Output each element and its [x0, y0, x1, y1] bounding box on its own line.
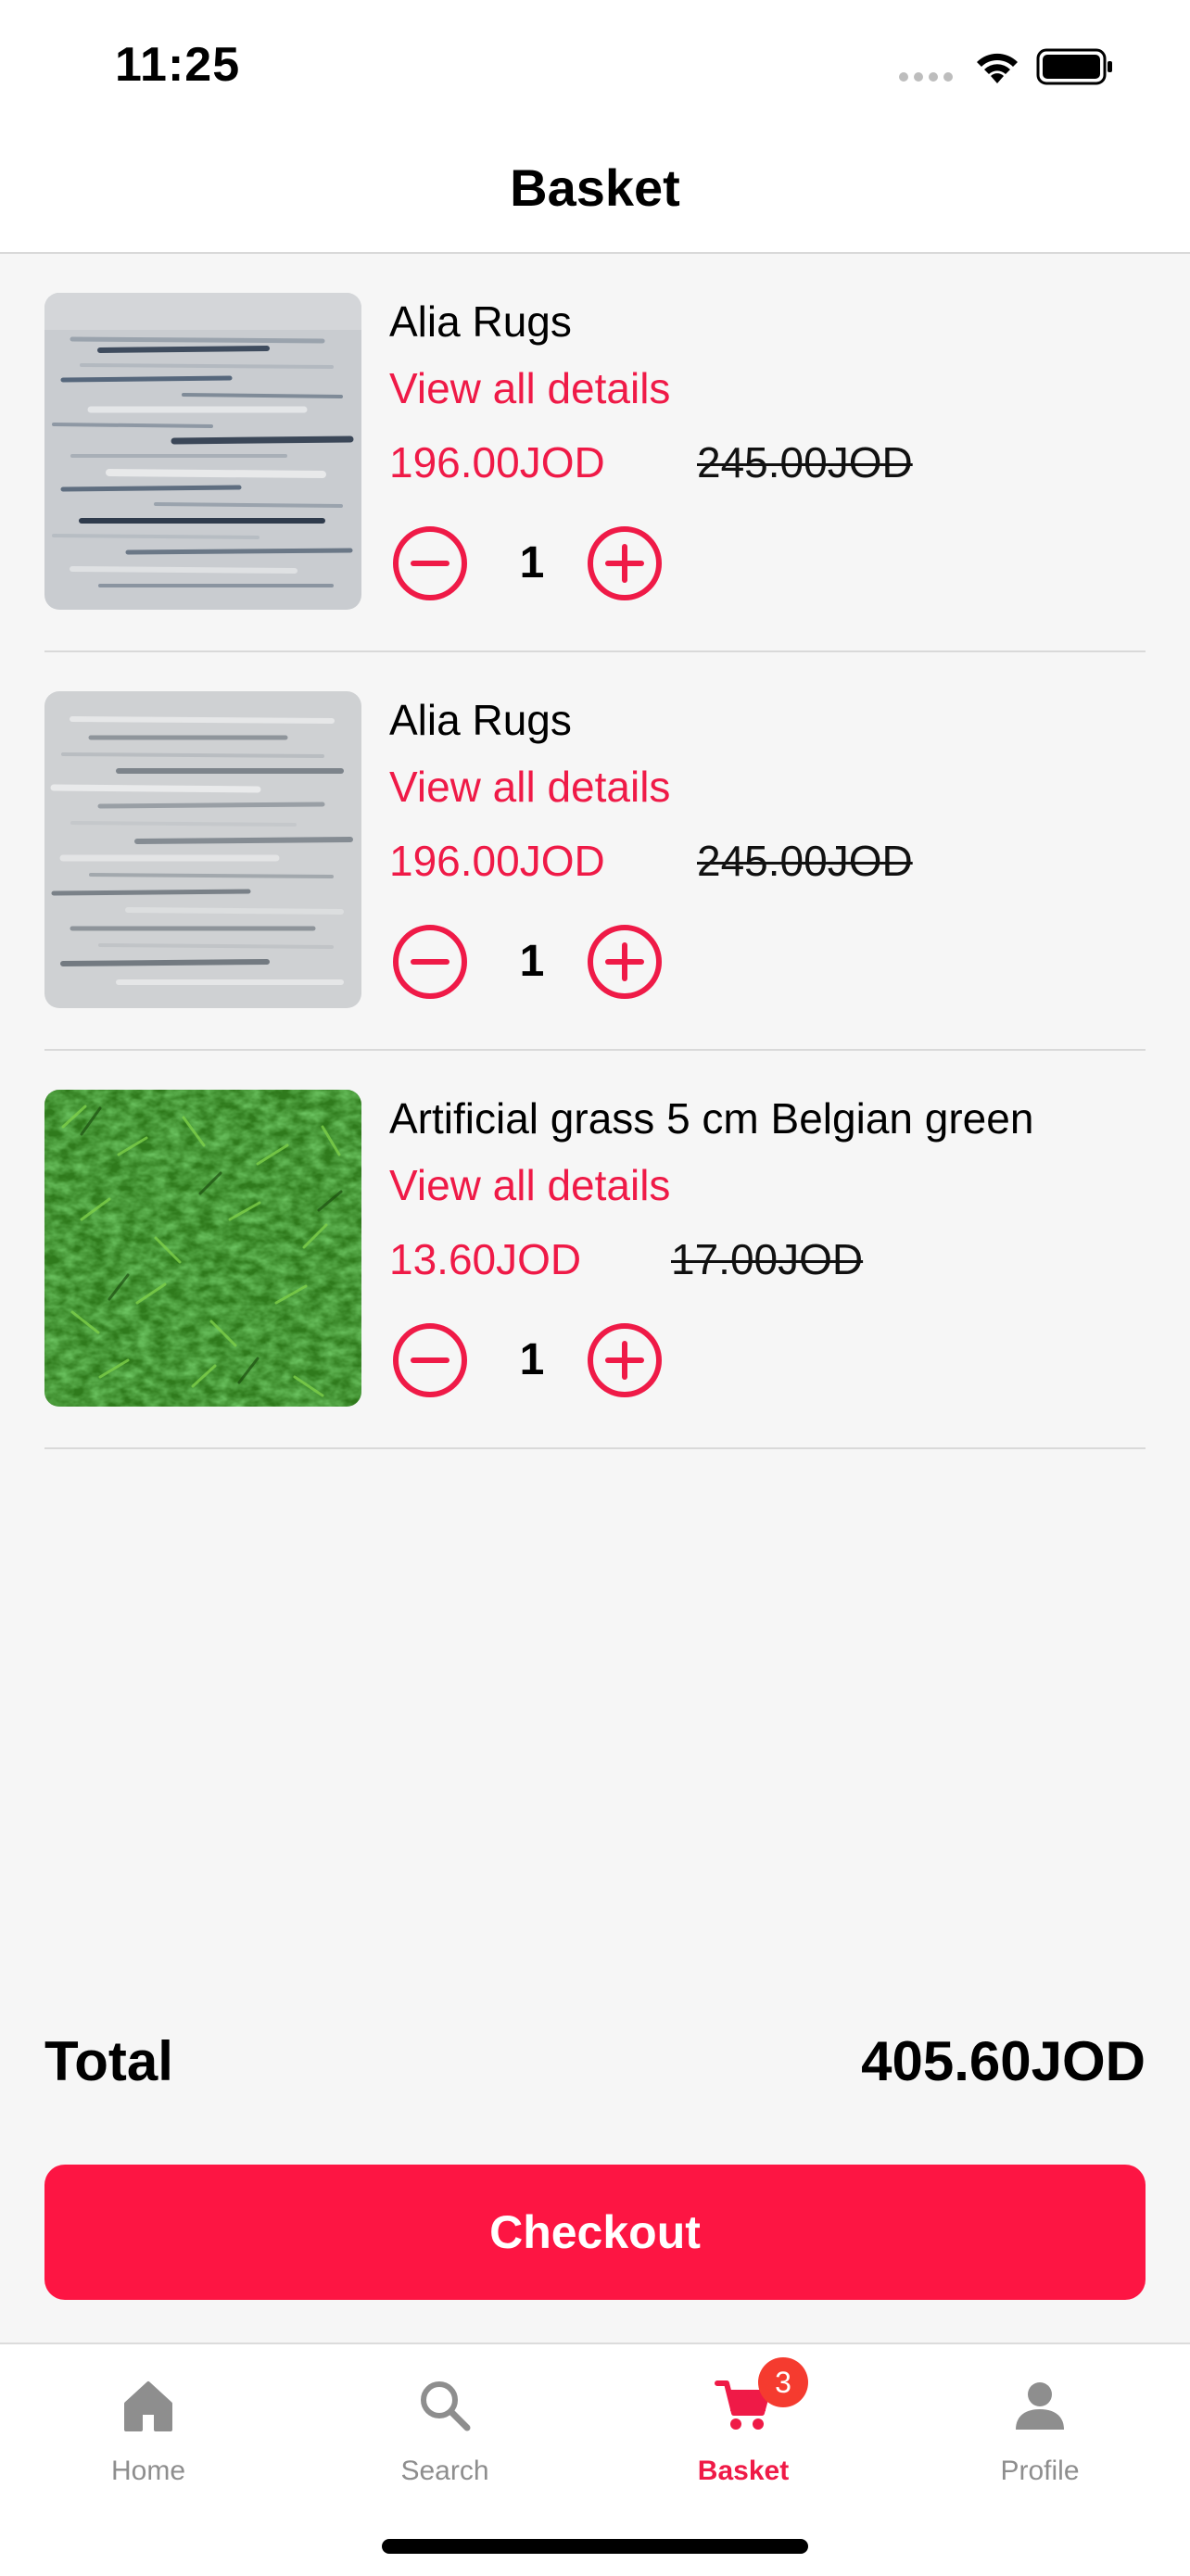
- basket-item: Artificial grass 5 cm Belgian green View…: [44, 1051, 1146, 1449]
- item-price: 196.00JOD: [389, 438, 605, 486]
- cart-count-badge: 3: [758, 2357, 808, 2407]
- quantity-value: 1: [519, 538, 545, 587]
- minus-circle-icon: [393, 925, 467, 999]
- minus-circle-icon: [393, 1323, 467, 1397]
- basket-item: Alia Rugs View all details 196.00JOD 245…: [44, 254, 1146, 652]
- decrease-quantity-button[interactable]: [391, 524, 469, 602]
- item-old-price: 17.00JOD: [671, 1235, 864, 1283]
- decrease-quantity-button[interactable]: [391, 1321, 469, 1399]
- search-icon: [421, 2381, 471, 2431]
- view-details-link[interactable]: View all details: [389, 363, 670, 413]
- plus-circle-icon: [588, 925, 662, 999]
- home-icon: [124, 2381, 172, 2431]
- item-name: Alia Rugs: [389, 297, 572, 346]
- item-name: Artificial grass 5 cm Belgian green: [389, 1094, 1034, 1143]
- status-time: 11:25: [115, 38, 241, 92]
- item-price: 13.60JOD: [389, 1235, 582, 1283]
- tab-profile[interactable]: Profile: [947, 2363, 1133, 2502]
- page-title: Basket: [510, 158, 680, 217]
- tab-basket[interactable]: 3 Basket: [651, 2357, 836, 2502]
- tab-home[interactable]: Home: [56, 2363, 241, 2502]
- battery-icon: [1036, 48, 1112, 85]
- grey-rug-image[interactable]: [44, 691, 361, 1008]
- tab-label: Search: [400, 2456, 489, 2486]
- artificial-grass-image[interactable]: [44, 1090, 361, 1407]
- quantity-value: 1: [519, 1335, 545, 1384]
- view-details-link[interactable]: View all details: [389, 762, 670, 812]
- status-bar: 11:25: [0, 0, 1190, 135]
- view-details-link[interactable]: View all details: [389, 1160, 670, 1210]
- plus-circle-icon: [588, 526, 662, 600]
- total-label: Total: [44, 2030, 173, 2092]
- increase-quantity-button[interactable]: [586, 524, 664, 602]
- increase-quantity-button[interactable]: [586, 1321, 664, 1399]
- plus-circle-icon: [588, 1323, 662, 1397]
- tab-label: Basket: [697, 2456, 790, 2486]
- cellular-signal-icon: [899, 72, 953, 82]
- minus-circle-icon: [393, 526, 467, 600]
- decrease-quantity-button[interactable]: [391, 923, 469, 1001]
- item-price: 196.00JOD: [389, 837, 605, 885]
- item-name: Alia Rugs: [389, 696, 572, 744]
- home-indicator[interactable]: [382, 2539, 808, 2554]
- app-header: Basket: [0, 135, 1190, 254]
- quantity-value: 1: [519, 937, 545, 986]
- increase-quantity-button[interactable]: [586, 923, 664, 1001]
- item-old-price: 245.00JOD: [697, 438, 913, 486]
- total-value: 405.60JOD: [861, 2030, 1146, 2092]
- wifi-icon: [977, 53, 1018, 83]
- tab-label: Profile: [1000, 2456, 1080, 2486]
- profile-icon: [1016, 2382, 1064, 2430]
- basket-list: Alia Rugs View all details 196.00JOD 245…: [44, 254, 1146, 1449]
- tab-search[interactable]: Search: [352, 2363, 538, 2502]
- basket-item: Alia Rugs View all details 196.00JOD 245…: [44, 652, 1146, 1051]
- grey-blue-rug-image[interactable]: [44, 293, 361, 610]
- checkout-button[interactable]: Checkout: [44, 2165, 1146, 2300]
- total-row: Total 405.60JOD: [44, 2029, 1146, 2103]
- tab-label: Home: [110, 2456, 186, 2486]
- item-old-price: 245.00JOD: [697, 837, 913, 885]
